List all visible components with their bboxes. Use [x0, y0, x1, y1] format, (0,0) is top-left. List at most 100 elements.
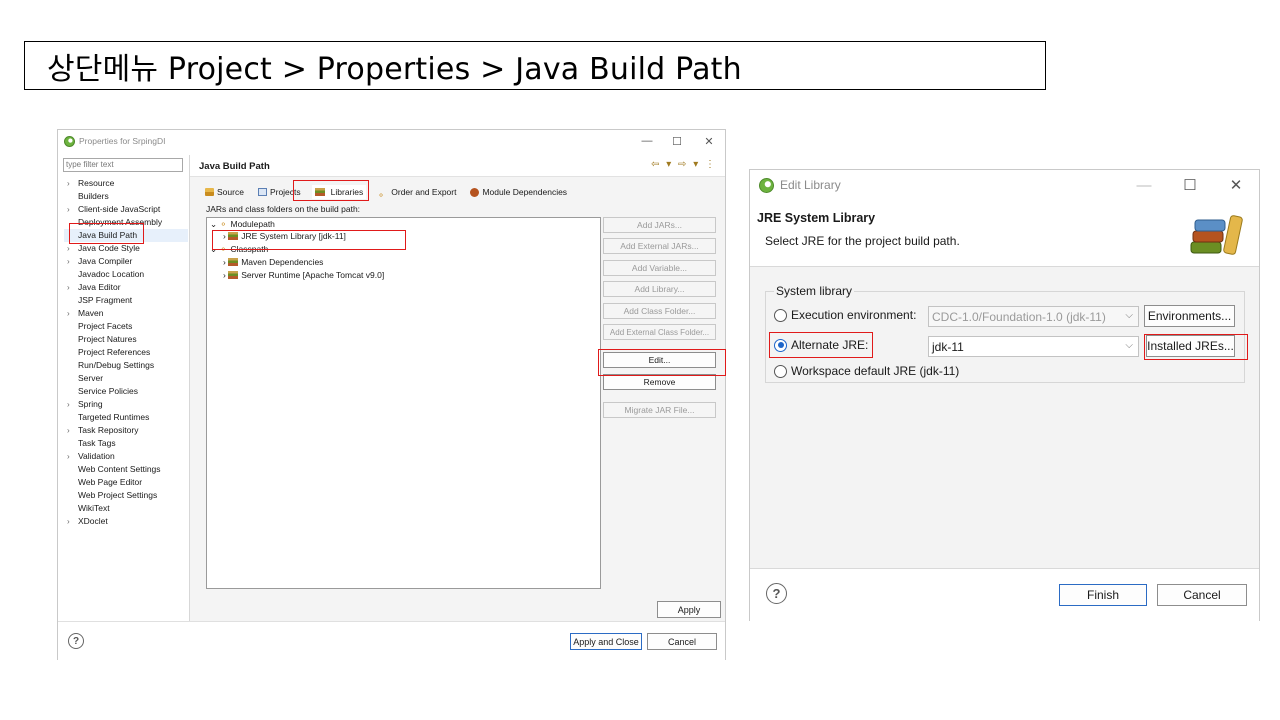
edit-button[interactable]: Edit... [603, 352, 716, 368]
tree-item[interactable]: › Maven [64, 307, 188, 320]
tree-node-maven-dependencies[interactable]: › Maven Dependencies [223, 256, 323, 269]
installed-jres-button[interactable]: Installed JREs... [1146, 335, 1235, 357]
remove-button[interactable]: Remove [603, 374, 716, 390]
tree-node-classpath[interactable]: ⌄ ⚬ Classpath [210, 243, 268, 256]
tree-item[interactable]: › Client-side JavaScript [64, 203, 188, 216]
tree-item-label: Spring [78, 399, 103, 409]
workspace-default-option[interactable]: Workspace default JRE (jdk-11) [774, 361, 959, 381]
add-external-class-folder-button[interactable]: Add External Class Folder... [603, 324, 716, 340]
tree-item-label: Java Code Style [78, 243, 140, 253]
execution-environment-radio[interactable] [774, 308, 787, 322]
migrate-jar-button[interactable]: Migrate JAR File... [603, 402, 716, 418]
cancel-button[interactable]: Cancel [647, 633, 717, 650]
tree-item[interactable]: Deployment Assembly [64, 216, 188, 229]
node-label: Modulepath [230, 219, 275, 229]
node-label: Classpath [230, 244, 269, 254]
chevron-down-icon[interactable]: ⌄ [210, 244, 219, 254]
tree-item[interactable]: Targeted Runtimes [64, 411, 188, 424]
tab-order-and-export[interactable]: ⚬ Order and Export [374, 185, 459, 200]
tree-node-jre-system-library[interactable]: › JRE System Library [jdk-11] [223, 230, 346, 243]
tree-item[interactable]: Project Natures [64, 333, 188, 346]
add-library-button[interactable]: Add Library... [603, 281, 716, 297]
chevron-right-icon[interactable]: › [67, 424, 70, 437]
tree-item-label: Server [78, 373, 104, 383]
chevron-right-icon[interactable]: › [67, 255, 70, 268]
tab-module-dependencies[interactable]: Module Dependencies [467, 185, 570, 199]
properties-titlebar: Properties for SrpingDI [58, 130, 725, 152]
minimize-icon[interactable]: — [1124, 170, 1164, 200]
alternate-jre-option[interactable]: Alternate JRE: [774, 335, 868, 355]
tree-item-label: Project Facets [78, 321, 133, 331]
chevron-right-icon[interactable]: › [67, 515, 70, 528]
add-jars-button[interactable]: Add JARs... [603, 217, 716, 233]
close-icon[interactable]: ✕ [695, 130, 723, 152]
tree-item[interactable]: Builders [64, 190, 188, 203]
tab-projects[interactable]: Projects [255, 185, 304, 199]
properties-footer: ? Apply and Close Cancel [58, 621, 725, 661]
alternate-jre-radio[interactable] [774, 338, 787, 352]
apply-and-close-button[interactable]: Apply and Close [570, 633, 642, 650]
pane-header: Java Build Path ⇦ ▾ ⇨ ▾ ⋮ [190, 155, 725, 177]
tree-item[interactable]: Web Project Settings [64, 489, 188, 502]
tree-node-server-runtime[interactable]: › Server Runtime [Apache Tomcat v9.0] [223, 269, 384, 282]
maximize-icon[interactable]: ☐ [1170, 170, 1210, 200]
finish-button[interactable]: Finish [1059, 584, 1147, 606]
execution-environment-select[interactable]: CDC-1.0/Foundation-1.0 (jdk-11) ⌵ [928, 306, 1139, 327]
add-class-folder-button[interactable]: Add Class Folder... [603, 303, 716, 319]
tree-item[interactable]: › Java Editor [64, 281, 188, 294]
workspace-default-radio[interactable] [774, 364, 787, 378]
add-external-jars-button[interactable]: Add External JARs... [603, 238, 716, 254]
tree-item[interactable]: Web Content Settings [64, 463, 188, 476]
alternate-jre-select[interactable]: jdk-11 ⌵ [928, 336, 1139, 357]
tree-item-label: Targeted Runtimes [78, 412, 150, 422]
edit-library-footer: ? Finish Cancel [750, 568, 1259, 622]
tree-item[interactable]: Project Facets [64, 320, 188, 333]
chevron-right-icon[interactable]: › [67, 281, 70, 294]
tree-item[interactable]: › XDoclet [64, 515, 188, 528]
tree-item[interactable]: Task Tags [64, 437, 188, 450]
workspace-default-label: Workspace default JRE (jdk-11) [791, 364, 960, 378]
tree-item[interactable]: Web Page Editor [64, 476, 188, 489]
chevron-right-icon[interactable]: › [67, 203, 70, 216]
navigation-arrows-icon[interactable]: ⇦ ▾ ⇨ ▾ ⋮ [651, 159, 717, 170]
tree-item[interactable]: JSP Fragment [64, 294, 188, 307]
build-path-label: JARs and class folders on the build path… [206, 204, 361, 214]
tree-item[interactable]: › Resource [64, 177, 188, 190]
tree-item[interactable]: WikiText [64, 502, 188, 515]
tree-item[interactable]: › Spring [64, 398, 188, 411]
system-library-group: System library Execution environment: CD… [765, 284, 1245, 383]
execution-environment-option[interactable]: Execution environment: [774, 305, 916, 325]
tree-item[interactable]: Java Build Path [64, 229, 188, 242]
maximize-icon[interactable]: ☐ [663, 130, 691, 152]
help-icon[interactable]: ? [766, 583, 787, 604]
tree-item[interactable]: Project References [64, 346, 188, 359]
add-variable-button[interactable]: Add Variable... [603, 260, 716, 276]
chevron-right-icon[interactable]: › [67, 398, 70, 411]
chevron-right-icon[interactable]: › [67, 242, 70, 255]
tree-item[interactable]: Javadoc Location [64, 268, 188, 281]
help-icon[interactable]: ? [68, 633, 84, 649]
tree-item-label: WikiText [78, 503, 110, 513]
chevron-right-icon[interactable]: › [67, 450, 70, 463]
tree-item-label: Web Page Editor [78, 477, 143, 487]
tree-item[interactable]: Service Policies [64, 385, 188, 398]
tree-item[interactable]: › Validation [64, 450, 188, 463]
close-icon[interactable]: ✕ [1216, 170, 1256, 200]
tree-item[interactable]: › Task Repository [64, 424, 188, 437]
library-icon [228, 271, 239, 279]
minimize-icon[interactable]: — [633, 130, 661, 152]
filter-input[interactable]: type filter text [63, 158, 183, 172]
tree-item[interactable]: › Java Compiler [64, 255, 188, 268]
tree-item[interactable]: › Java Code Style [64, 242, 188, 255]
tree-item[interactable]: Server [64, 372, 188, 385]
tab-libraries[interactable]: Libraries [311, 185, 367, 199]
tree-item[interactable]: Run/Debug Settings [64, 359, 188, 372]
environments-button[interactable]: Environments... [1144, 305, 1235, 327]
chevron-down-icon[interactable]: ⌄ [210, 219, 219, 229]
tab-source[interactable]: Source [202, 185, 247, 199]
chevron-right-icon[interactable]: › [67, 307, 70, 320]
cancel-button[interactable]: Cancel [1157, 584, 1247, 606]
alternate-jre-value: jdk-11 [932, 339, 964, 354]
chevron-right-icon[interactable]: › [67, 177, 70, 190]
apply-button[interactable]: Apply [657, 601, 721, 618]
